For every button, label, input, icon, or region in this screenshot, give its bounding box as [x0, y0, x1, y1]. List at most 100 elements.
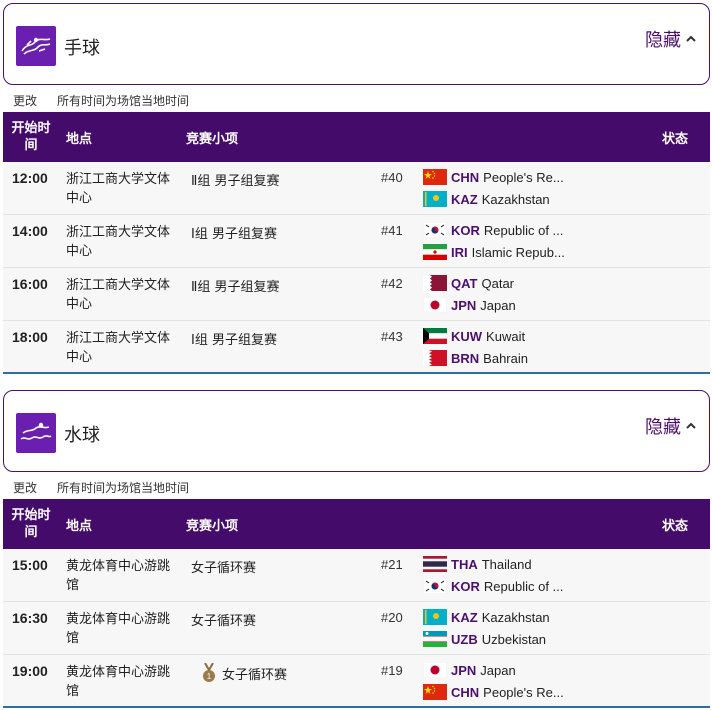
start-time: 18:00 — [12, 329, 48, 345]
table-header: 开始时间 地点 竞赛小项 状态 — [3, 112, 710, 162]
venue: 黄龙体育中心游跳馆 — [66, 665, 171, 699]
event-name: Ⅰ组 男子组复赛 — [191, 333, 277, 348]
start-time: 16:00 — [12, 276, 48, 292]
team-code: THA — [451, 556, 478, 572]
start-time: 14:00 — [12, 223, 48, 239]
team-home[interactable]: THA Thailand — [423, 554, 532, 574]
water-polo-section: 水球 隐藏 更改 所有时间为场馆当地时间 开始时间 地点 竞赛小项 状态 15:… — [0, 387, 712, 710]
team-code: IRI — [451, 244, 468, 260]
team-away[interactable]: KAZ Kazakhstan — [423, 189, 550, 209]
match-number: #42 — [381, 276, 403, 291]
hide-label: 隐藏 — [645, 30, 681, 51]
team-name: Thailand — [481, 556, 532, 572]
team-code: KOR — [451, 578, 480, 594]
match-number: #43 — [381, 329, 403, 344]
team-name: People's Re... — [483, 169, 564, 185]
table-row[interactable]: 15:00 黄龙体育中心游跳馆 女子循环赛 #21 THA Thailand K… — [3, 549, 710, 602]
team-code: JPN — [451, 662, 477, 678]
table-row[interactable]: 14:00 浙江工商大学文体中心 Ⅰ组 男子组复赛 #41 KOR Republ… — [3, 215, 710, 268]
team-code: KOR — [451, 222, 480, 238]
table-row[interactable]: 16:30 黄龙体育中心游跳馆 女子循环赛 #20 KAZ Kazakhstan… — [3, 602, 710, 655]
flag-tha-icon — [423, 556, 447, 572]
venue: 浙江工商大学文体中心 — [66, 331, 171, 365]
sport-title: 手球 — [64, 38, 100, 59]
match-number: #41 — [381, 223, 403, 238]
col-header-status: 状态 — [662, 518, 689, 534]
flag-kuw-icon — [423, 328, 447, 344]
col-header-event: 竞赛小项 — [186, 518, 239, 534]
flag-kor-icon — [423, 578, 447, 594]
event-name: Ⅱ组 男子组复赛 — [191, 280, 280, 295]
flag-kaz-icon — [423, 609, 447, 625]
col-header-venue: 地点 — [66, 518, 93, 534]
start-time: 19:00 — [12, 663, 48, 679]
venue: 黄龙体育中心游跳馆 — [66, 559, 171, 593]
event-name: 女子循环赛 — [191, 561, 257, 576]
col-header-event: 竞赛小项 — [186, 131, 239, 147]
venue: 浙江工商大学文体中心 — [66, 278, 171, 312]
team-name: Bahrain — [483, 350, 528, 366]
team-name: Japan — [480, 662, 516, 678]
col-header-status: 状态 — [662, 131, 689, 147]
timezone-note: 所有时间为场馆当地时间 — [57, 481, 190, 495]
flag-kaz-icon — [423, 191, 447, 207]
team-name: Uzbekistan — [481, 631, 547, 647]
event-name: 女子循环赛 — [191, 614, 257, 629]
table-row[interactable]: 18:00 浙江工商大学文体中心 Ⅰ组 男子组复赛 #43 KUW Kuwait… — [3, 321, 710, 374]
meta-row: 更改 所有时间为场馆当地时间 — [13, 479, 189, 496]
team-name: Republic of ... — [483, 578, 564, 594]
team-away[interactable]: CHN People's Re... — [423, 682, 564, 702]
team-home[interactable]: KAZ Kazakhstan — [423, 607, 550, 627]
table-header: 开始时间 地点 竞赛小项 状态 — [3, 499, 710, 549]
flag-chn-icon — [423, 684, 447, 700]
table-row[interactable]: 16:00 浙江工商大学文体中心 Ⅱ组 男子组复赛 #42 QAT Qatar … — [3, 268, 710, 321]
flag-chn-icon — [423, 169, 447, 185]
match-number: #40 — [381, 170, 403, 185]
team-code: KUW — [451, 328, 483, 344]
team-name: Kazakhstan — [481, 191, 550, 207]
team-code: KAZ — [451, 609, 478, 625]
team-away[interactable]: KOR Republic of ... — [423, 576, 563, 596]
hide-label: 隐藏 — [645, 417, 681, 438]
table-row[interactable]: 19:00 黄龙体育中心游跳馆 1 女子循环赛 #19 JPN Japan CH… — [3, 655, 710, 708]
team-home[interactable]: CHN People's Re... — [423, 167, 564, 187]
medal-icon: 1 — [203, 663, 215, 682]
timezone-note: 所有时间为场馆当地时间 — [57, 94, 190, 108]
hide-toggle-button[interactable]: 隐藏 — [645, 26, 697, 52]
flag-brn-icon — [423, 350, 447, 366]
start-time: 16:30 — [12, 610, 48, 626]
match-number: #20 — [381, 610, 403, 625]
flag-jpn-icon — [423, 662, 447, 678]
team-home[interactable]: KUW Kuwait — [423, 326, 525, 346]
team-away[interactable]: JPN Japan — [423, 295, 516, 315]
team-code: UZB — [451, 631, 478, 647]
team-home[interactable]: KOR Republic of ... — [423, 220, 563, 240]
flag-kor-icon — [423, 222, 447, 238]
match-number: #19 — [381, 663, 403, 678]
team-name: Qatar — [481, 275, 514, 291]
team-away[interactable]: UZB Uzbekistan — [423, 629, 546, 649]
handball-pictogram-icon — [16, 26, 56, 66]
team-name: Kazakhstan — [481, 609, 550, 625]
start-time: 15:00 — [12, 557, 48, 573]
hide-toggle-button[interactable]: 隐藏 — [645, 413, 697, 439]
team-home[interactable]: QAT Qatar — [423, 273, 514, 293]
team-name: Islamic Repub... — [471, 244, 565, 260]
team-home[interactable]: JPN Japan — [423, 660, 516, 680]
team-code: CHN — [451, 684, 480, 700]
team-away[interactable]: BRN Bahrain — [423, 348, 528, 368]
svg-text:1: 1 — [207, 672, 212, 681]
col-header-time: 开始时间 — [11, 121, 51, 153]
flag-iri-icon — [423, 244, 447, 260]
flag-qat-icon — [423, 275, 447, 291]
event-name: 1 女子循环赛 — [195, 663, 287, 683]
team-code: QAT — [451, 275, 478, 291]
event-name: Ⅰ组 男子组复赛 — [191, 227, 277, 242]
change-link[interactable]: 更改 — [13, 92, 37, 109]
table-row[interactable]: 12:00 浙江工商大学文体中心 Ⅱ组 男子组复赛 #40 CHN People… — [3, 162, 710, 215]
sport-title: 水球 — [64, 425, 100, 446]
team-away[interactable]: IRI Islamic Repub... — [423, 242, 565, 262]
venue: 浙江工商大学文体中心 — [66, 225, 171, 259]
sport-header: 手球 隐藏 — [3, 3, 710, 85]
change-link[interactable]: 更改 — [13, 479, 37, 496]
